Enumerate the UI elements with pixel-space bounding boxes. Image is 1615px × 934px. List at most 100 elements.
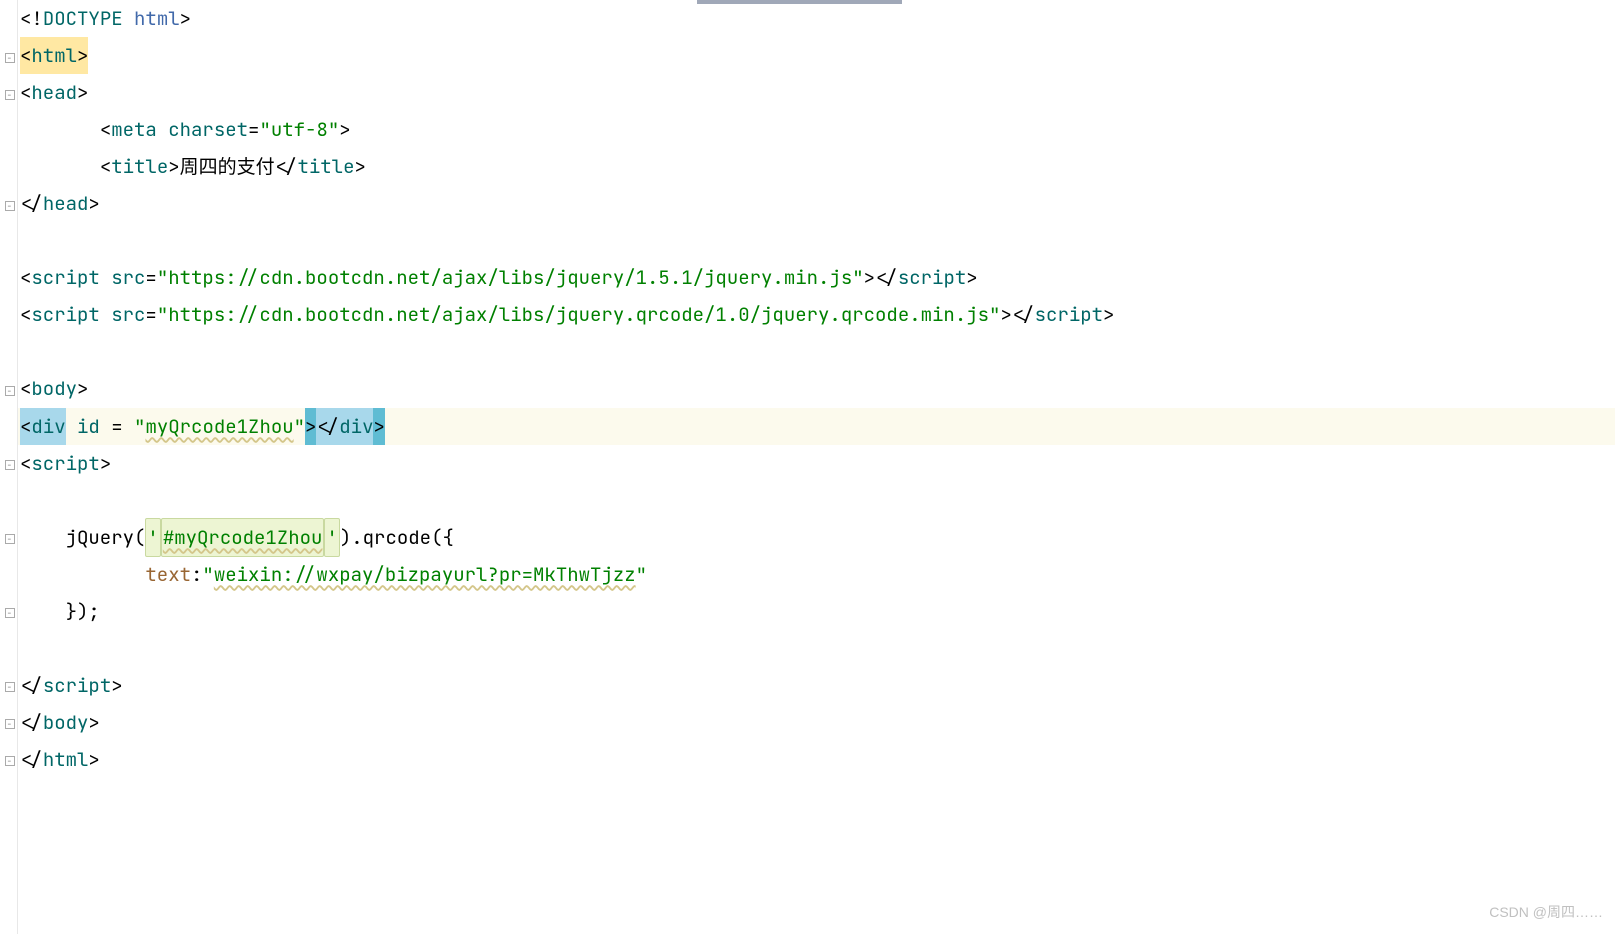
code-token: ( xyxy=(134,519,145,556)
code-token xyxy=(20,630,31,667)
code-line[interactable]: <script src="https://cdn.bootcdn.net/aja… xyxy=(18,259,1615,296)
code-line[interactable]: <title>周四的支付</title> xyxy=(18,148,1615,185)
code-token: head xyxy=(31,74,77,111)
fold-close-icon[interactable]: − xyxy=(5,756,15,766)
fold-close-icon[interactable]: − xyxy=(5,608,15,618)
code-line[interactable]: <body> xyxy=(18,370,1615,407)
code-line[interactable]: text:"weixin://wxpay/bizpayurl?pr=MkThwT… xyxy=(18,556,1615,593)
gutter-row[interactable]: − xyxy=(0,743,17,780)
code-token: script xyxy=(31,259,111,296)
gutter-row[interactable] xyxy=(0,224,17,261)
gutter-row[interactable] xyxy=(0,261,17,298)
fold-close-icon[interactable]: − xyxy=(5,201,15,211)
gutter-row[interactable]: − xyxy=(0,39,17,76)
code-token: title xyxy=(297,148,354,185)
code-token: " xyxy=(202,556,213,593)
code-token: " xyxy=(636,556,647,593)
code-token: : xyxy=(191,556,202,593)
code-token xyxy=(20,111,100,148)
gutter-row[interactable] xyxy=(0,484,17,521)
code-token: script xyxy=(31,445,99,482)
gutter-row[interactable] xyxy=(0,113,17,150)
code-token: ' xyxy=(145,518,160,557)
gutter-row[interactable]: − xyxy=(0,595,17,632)
code-line[interactable]: <script src="https://cdn.bootcdn.net/aja… xyxy=(18,296,1615,333)
code-token: ></ xyxy=(864,259,898,296)
code-token: > xyxy=(77,370,88,407)
code-token xyxy=(20,148,100,185)
code-token: "utf-8" xyxy=(259,111,339,148)
gutter-row[interactable] xyxy=(0,558,17,595)
code-area[interactable]: <!DOCTYPE html><html><head> <meta charse… xyxy=(18,0,1615,934)
code-token: <! xyxy=(20,0,43,37)
code-token: < xyxy=(20,37,31,74)
gutter-row[interactable]: − xyxy=(0,706,17,743)
fold-open-icon[interactable]: − xyxy=(5,90,15,100)
gutter-row[interactable]: − xyxy=(0,372,17,409)
code-token: script xyxy=(43,667,111,704)
code-token: > xyxy=(180,0,191,37)
code-line[interactable]: <head> xyxy=(18,74,1615,111)
code-line[interactable]: jQuery('#myQrcode1Zhou').qrcode({ xyxy=(18,519,1615,556)
gutter-row[interactable] xyxy=(0,2,17,39)
code-token: = xyxy=(111,408,134,445)
fold-open-icon[interactable]: − xyxy=(5,534,15,544)
code-line[interactable]: <script> xyxy=(18,445,1615,482)
code-token: html xyxy=(134,0,180,37)
code-token: = xyxy=(145,296,156,333)
gutter-row[interactable]: − xyxy=(0,187,17,224)
code-token: meta xyxy=(111,111,168,148)
gutter-row[interactable]: − xyxy=(0,669,17,706)
gutter-row[interactable]: − xyxy=(0,447,17,484)
code-token: ' xyxy=(324,518,339,557)
code-token: < xyxy=(20,296,31,333)
code-line[interactable]: }); xyxy=(18,593,1615,630)
gutter-row[interactable]: − xyxy=(0,76,17,113)
code-token: > xyxy=(111,667,122,704)
code-token: < xyxy=(20,445,31,482)
code-line[interactable]: </script> xyxy=(18,667,1615,704)
gutter-row[interactable] xyxy=(0,298,17,335)
code-line[interactable] xyxy=(18,222,1615,259)
code-token: > xyxy=(100,445,111,482)
code-line[interactable]: <meta charset="utf-8"> xyxy=(18,111,1615,148)
code-token: head xyxy=(43,185,89,222)
code-token: > xyxy=(1103,296,1114,333)
code-token: > xyxy=(88,741,99,778)
fold-open-icon[interactable]: − xyxy=(5,386,15,396)
code-token: = xyxy=(248,111,259,148)
code-token: text xyxy=(145,556,191,593)
gutter-row[interactable]: − xyxy=(0,521,17,558)
code-token: ). xyxy=(340,519,363,556)
code-token: "https://cdn.bootcdn.net/ajax/libs/jquer… xyxy=(157,296,1001,333)
code-token: = xyxy=(145,259,156,296)
fold-close-icon[interactable]: − xyxy=(5,719,15,729)
code-token: title xyxy=(111,148,168,185)
code-token: > xyxy=(354,148,365,185)
gutter-row[interactable] xyxy=(0,632,17,669)
gutter-row[interactable] xyxy=(0,410,17,447)
code-line[interactable]: <div id = "myQrcode1Zhou"></div> xyxy=(18,408,1615,445)
code-line[interactable] xyxy=(18,333,1615,370)
code-token: > xyxy=(373,408,384,445)
code-token: < xyxy=(20,370,31,407)
gutter-row[interactable] xyxy=(0,335,17,372)
code-line[interactable]: </head> xyxy=(18,185,1615,222)
code-line[interactable]: </body> xyxy=(18,704,1615,741)
fold-open-icon[interactable]: − xyxy=(5,460,15,470)
code-line[interactable] xyxy=(18,482,1615,519)
code-line[interactable]: <!DOCTYPE html> xyxy=(18,0,1615,37)
code-token: id xyxy=(77,408,111,445)
code-token: > xyxy=(966,259,977,296)
code-line[interactable]: </html> xyxy=(18,741,1615,778)
code-line[interactable] xyxy=(18,630,1615,667)
code-line[interactable]: <html> xyxy=(18,37,1615,74)
code-token: </ xyxy=(20,667,43,704)
gutter-row[interactable] xyxy=(0,150,17,187)
code-token: > xyxy=(77,74,88,111)
code-token: script xyxy=(898,259,966,296)
code-token: " xyxy=(134,408,145,445)
fold-close-icon[interactable]: − xyxy=(5,682,15,692)
fold-open-icon[interactable]: − xyxy=(5,53,15,63)
code-token: jQuery xyxy=(66,519,134,556)
